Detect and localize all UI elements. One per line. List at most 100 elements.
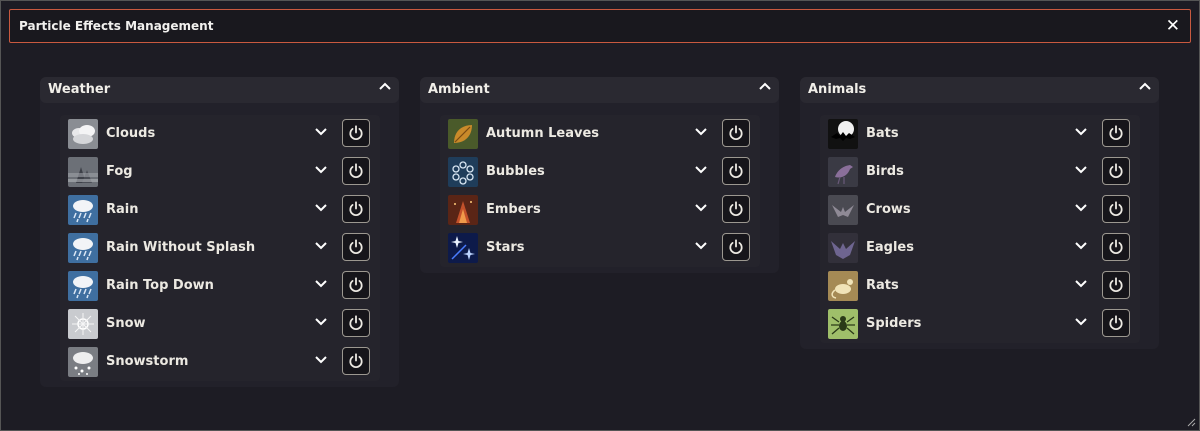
- power-icon: [1109, 277, 1123, 292]
- rain-icon: [68, 271, 98, 301]
- chevron-down-icon[interactable]: [1072, 229, 1090, 267]
- power-toggle-button[interactable]: [722, 233, 750, 261]
- effect-row: Stars: [440, 229, 760, 267]
- power-toggle-button[interactable]: [722, 157, 750, 185]
- close-icon[interactable]: ✕: [1166, 10, 1180, 42]
- chevron-down-icon[interactable]: [1072, 267, 1090, 305]
- chevron-down-icon[interactable]: [692, 191, 710, 229]
- effect-label: Snow: [106, 316, 146, 331]
- effect-label: Birds: [866, 164, 904, 179]
- power-icon: [729, 239, 743, 254]
- power-toggle-button[interactable]: [1102, 233, 1130, 261]
- chevron-down-icon[interactable]: [1072, 115, 1090, 153]
- effect-row: Birds: [820, 153, 1140, 191]
- leaf-icon: [448, 119, 478, 149]
- effect-row: Rats: [820, 267, 1140, 305]
- effect-row: Spiders: [820, 305, 1140, 343]
- effect-list: Bats Birds Crows Eagles Rats Spiders: [820, 115, 1140, 343]
- window-title: Particle Effects Management: [19, 19, 214, 33]
- weather-panel: Weather Clouds Fog Rain Rain Without Splash…: [40, 77, 399, 387]
- panel-header-animals[interactable]: Animals: [800, 77, 1159, 103]
- rain-icon: [68, 233, 98, 263]
- power-toggle-button[interactable]: [1102, 119, 1130, 147]
- power-toggle-button[interactable]: [1102, 271, 1130, 299]
- particle-effects-window: Particle Effects Management ✕ Weather Cl…: [0, 0, 1200, 431]
- panel-header-ambient[interactable]: Ambient: [420, 77, 779, 103]
- effect-row: Crows: [820, 191, 1140, 229]
- power-icon: [729, 163, 743, 178]
- chevron-down-icon[interactable]: [692, 115, 710, 153]
- power-toggle-button[interactable]: [342, 271, 370, 299]
- power-icon: [1109, 163, 1123, 178]
- stars-icon: [448, 233, 478, 263]
- effect-label: Spiders: [866, 316, 922, 331]
- effect-row: Snow: [60, 305, 380, 343]
- effect-row: Eagles: [820, 229, 1140, 267]
- power-icon: [349, 239, 363, 254]
- power-icon: [729, 125, 743, 140]
- effect-label: Rats: [866, 278, 899, 293]
- effect-row: Clouds: [60, 115, 380, 153]
- chevron-up-icon[interactable]: [759, 77, 771, 103]
- power-toggle-button[interactable]: [342, 233, 370, 261]
- effect-label: Bubbles: [486, 164, 545, 179]
- effect-label: Fog: [106, 164, 133, 179]
- power-icon: [349, 353, 363, 368]
- effect-row: Bubbles: [440, 153, 760, 191]
- chevron-up-icon[interactable]: [379, 77, 391, 103]
- effect-label: Stars: [486, 240, 525, 255]
- chevron-down-icon[interactable]: [692, 229, 710, 267]
- effect-row: Embers: [440, 191, 760, 229]
- effect-row: Rain Top Down: [60, 267, 380, 305]
- chevron-down-icon[interactable]: [312, 191, 330, 229]
- chevron-down-icon[interactable]: [692, 153, 710, 191]
- effect-row: Rain: [60, 191, 380, 229]
- power-toggle-button[interactable]: [722, 195, 750, 223]
- panel-title: Weather: [48, 82, 111, 97]
- chevron-down-icon[interactable]: [312, 153, 330, 191]
- power-toggle-button[interactable]: [342, 119, 370, 147]
- effect-list: Clouds Fog Rain Rain Without Splash Rain Top…: [60, 115, 380, 381]
- power-toggle-button[interactable]: [1102, 309, 1130, 337]
- power-icon: [349, 163, 363, 178]
- window-titlebar[interactable]: Particle Effects Management ✕: [9, 9, 1191, 43]
- power-toggle-button[interactable]: [342, 347, 370, 375]
- panel-title: Animals: [808, 82, 867, 97]
- power-toggle-button[interactable]: [1102, 195, 1130, 223]
- effect-label: Clouds: [106, 126, 156, 141]
- power-toggle-button[interactable]: [342, 195, 370, 223]
- snow-icon: [68, 309, 98, 339]
- effect-row: Bats: [820, 115, 1140, 153]
- cloud-icon: [68, 119, 98, 149]
- bird-icon: [828, 157, 858, 187]
- chevron-down-icon[interactable]: [1072, 191, 1090, 229]
- chevron-down-icon[interactable]: [312, 343, 330, 381]
- power-icon: [349, 125, 363, 140]
- power-icon: [1109, 315, 1123, 330]
- spider-icon: [828, 309, 858, 339]
- chevron-down-icon[interactable]: [312, 115, 330, 153]
- power-toggle-button[interactable]: [722, 119, 750, 147]
- power-toggle-button[interactable]: [342, 157, 370, 185]
- chevron-up-icon[interactable]: [1139, 77, 1151, 103]
- power-toggle-button[interactable]: [1102, 157, 1130, 185]
- chevron-down-icon[interactable]: [312, 229, 330, 267]
- chevron-down-icon[interactable]: [1072, 305, 1090, 343]
- effect-label: Autumn Leaves: [486, 126, 600, 141]
- effect-label: Rain: [106, 202, 139, 217]
- power-icon: [349, 277, 363, 292]
- bubbles-icon: [448, 157, 478, 187]
- power-icon: [1109, 239, 1123, 254]
- effect-label: Rain Without Splash: [106, 240, 256, 255]
- chevron-down-icon[interactable]: [312, 305, 330, 343]
- resize-grip-icon[interactable]: [1186, 417, 1196, 427]
- chevron-down-icon[interactable]: [1072, 153, 1090, 191]
- chevron-down-icon[interactable]: [312, 267, 330, 305]
- effect-label: Eagles: [866, 240, 914, 255]
- panel-header-weather[interactable]: Weather: [40, 77, 399, 103]
- rain-icon: [68, 195, 98, 225]
- bat-icon: [828, 119, 858, 149]
- effect-label: Bats: [866, 126, 899, 141]
- power-toggle-button[interactable]: [342, 309, 370, 337]
- embers-icon: [448, 195, 478, 225]
